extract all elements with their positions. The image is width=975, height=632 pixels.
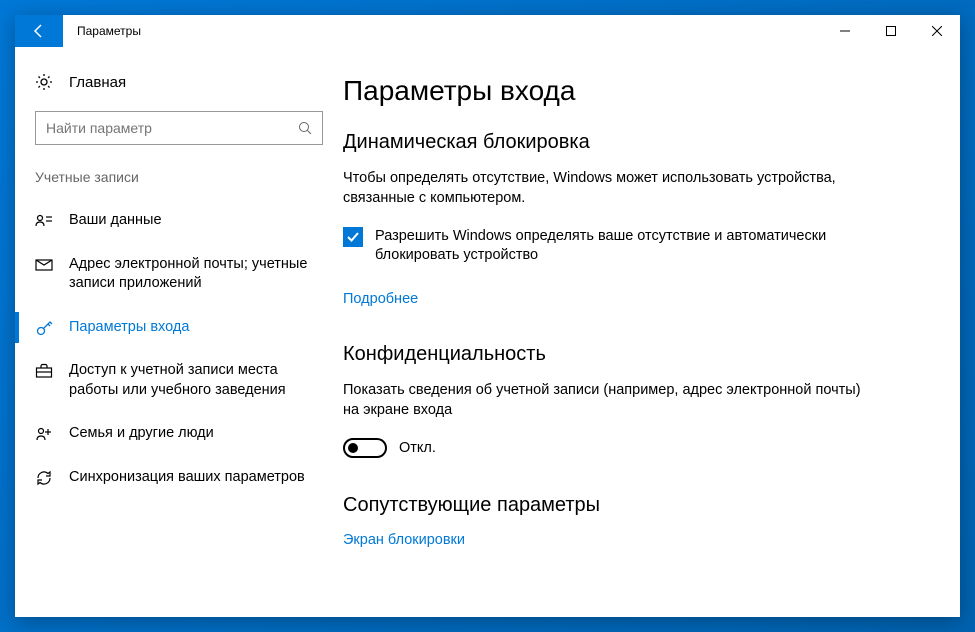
sidebar-item-family[interactable]: Семья и другие люди [15,412,343,456]
sidebar-item-label: Параметры входа [69,318,189,338]
sidebar-item-work-access[interactable]: Доступ к учетной записи места работы или… [15,349,343,412]
sidebar-section-label: Учетные записи [15,169,343,199]
content: Главная Учетные записи Ваши данные А [15,47,960,617]
key-icon [35,319,53,337]
gear-icon [35,73,53,91]
people-icon [35,425,53,443]
sync-icon [35,469,53,487]
back-button[interactable] [15,15,63,47]
sidebar-item-email-accounts[interactable]: Адрес электронной почты; учетные записи … [15,243,343,306]
maximize-button[interactable] [868,15,914,47]
window-controls [822,15,960,47]
related-heading: Сопутствующие параметры [343,494,920,517]
privacy-toggle-label: Откл. [399,440,436,456]
search-icon [298,121,312,135]
sidebar-item-label: Ваши данные [69,211,162,231]
maximize-icon [886,26,896,36]
privacy-toggle-row: Откл. [343,438,920,458]
toggle-knob [348,443,358,453]
minimize-icon [840,26,850,36]
minimize-button[interactable] [822,15,868,47]
privacy-description: Показать сведения об учетной записи (нап… [343,380,863,421]
sidebar-item-label: Семья и другие люди [69,424,214,444]
learn-more-link[interactable]: Подробнее [343,291,418,307]
page-title: Параметры входа [343,75,920,107]
arrow-left-icon [31,23,47,39]
settings-window: Параметры Главная [15,15,960,617]
lock-screen-link[interactable]: Экран блокировки [343,532,465,548]
privacy-heading: Конфиденциальность [343,343,920,366]
sidebar-item-your-info[interactable]: Ваши данные [15,199,343,243]
mail-icon [35,256,53,274]
sidebar-item-label: Доступ к учетной записи места работы или… [69,361,323,400]
close-icon [932,26,942,36]
sidebar-item-label: Синхронизация ваших параметров [69,468,305,488]
dynamic-lock-checkbox-row[interactable]: Разрешить Windows определять ваше отсутс… [343,227,863,266]
sidebar-item-label: Адрес электронной почты; учетные записи … [69,255,323,294]
search-input[interactable] [46,120,298,136]
dynamic-lock-description: Чтобы определять отсутствие, Windows мож… [343,168,863,209]
close-button[interactable] [914,15,960,47]
dynamic-lock-checkbox[interactable] [343,227,363,247]
dynamic-lock-heading: Динамическая блокировка [343,131,920,154]
sidebar-item-sync[interactable]: Синхронизация ваших параметров [15,456,343,500]
home-label: Главная [69,74,126,91]
window-title: Параметры [63,15,822,47]
home-button[interactable]: Главная [15,65,343,107]
sidebar-item-signin-options[interactable]: Параметры входа [15,306,343,350]
sidebar: Главная Учетные записи Ваши данные А [15,47,343,617]
briefcase-icon [35,362,53,380]
titlebar: Параметры [15,15,960,47]
person-card-icon [35,212,53,230]
dynamic-lock-checkbox-label: Разрешить Windows определять ваше отсутс… [375,227,863,266]
search-box[interactable] [35,111,323,145]
privacy-toggle[interactable] [343,438,387,458]
main-panel: Параметры входа Динамическая блокировка … [343,47,960,617]
checkmark-icon [346,230,360,244]
